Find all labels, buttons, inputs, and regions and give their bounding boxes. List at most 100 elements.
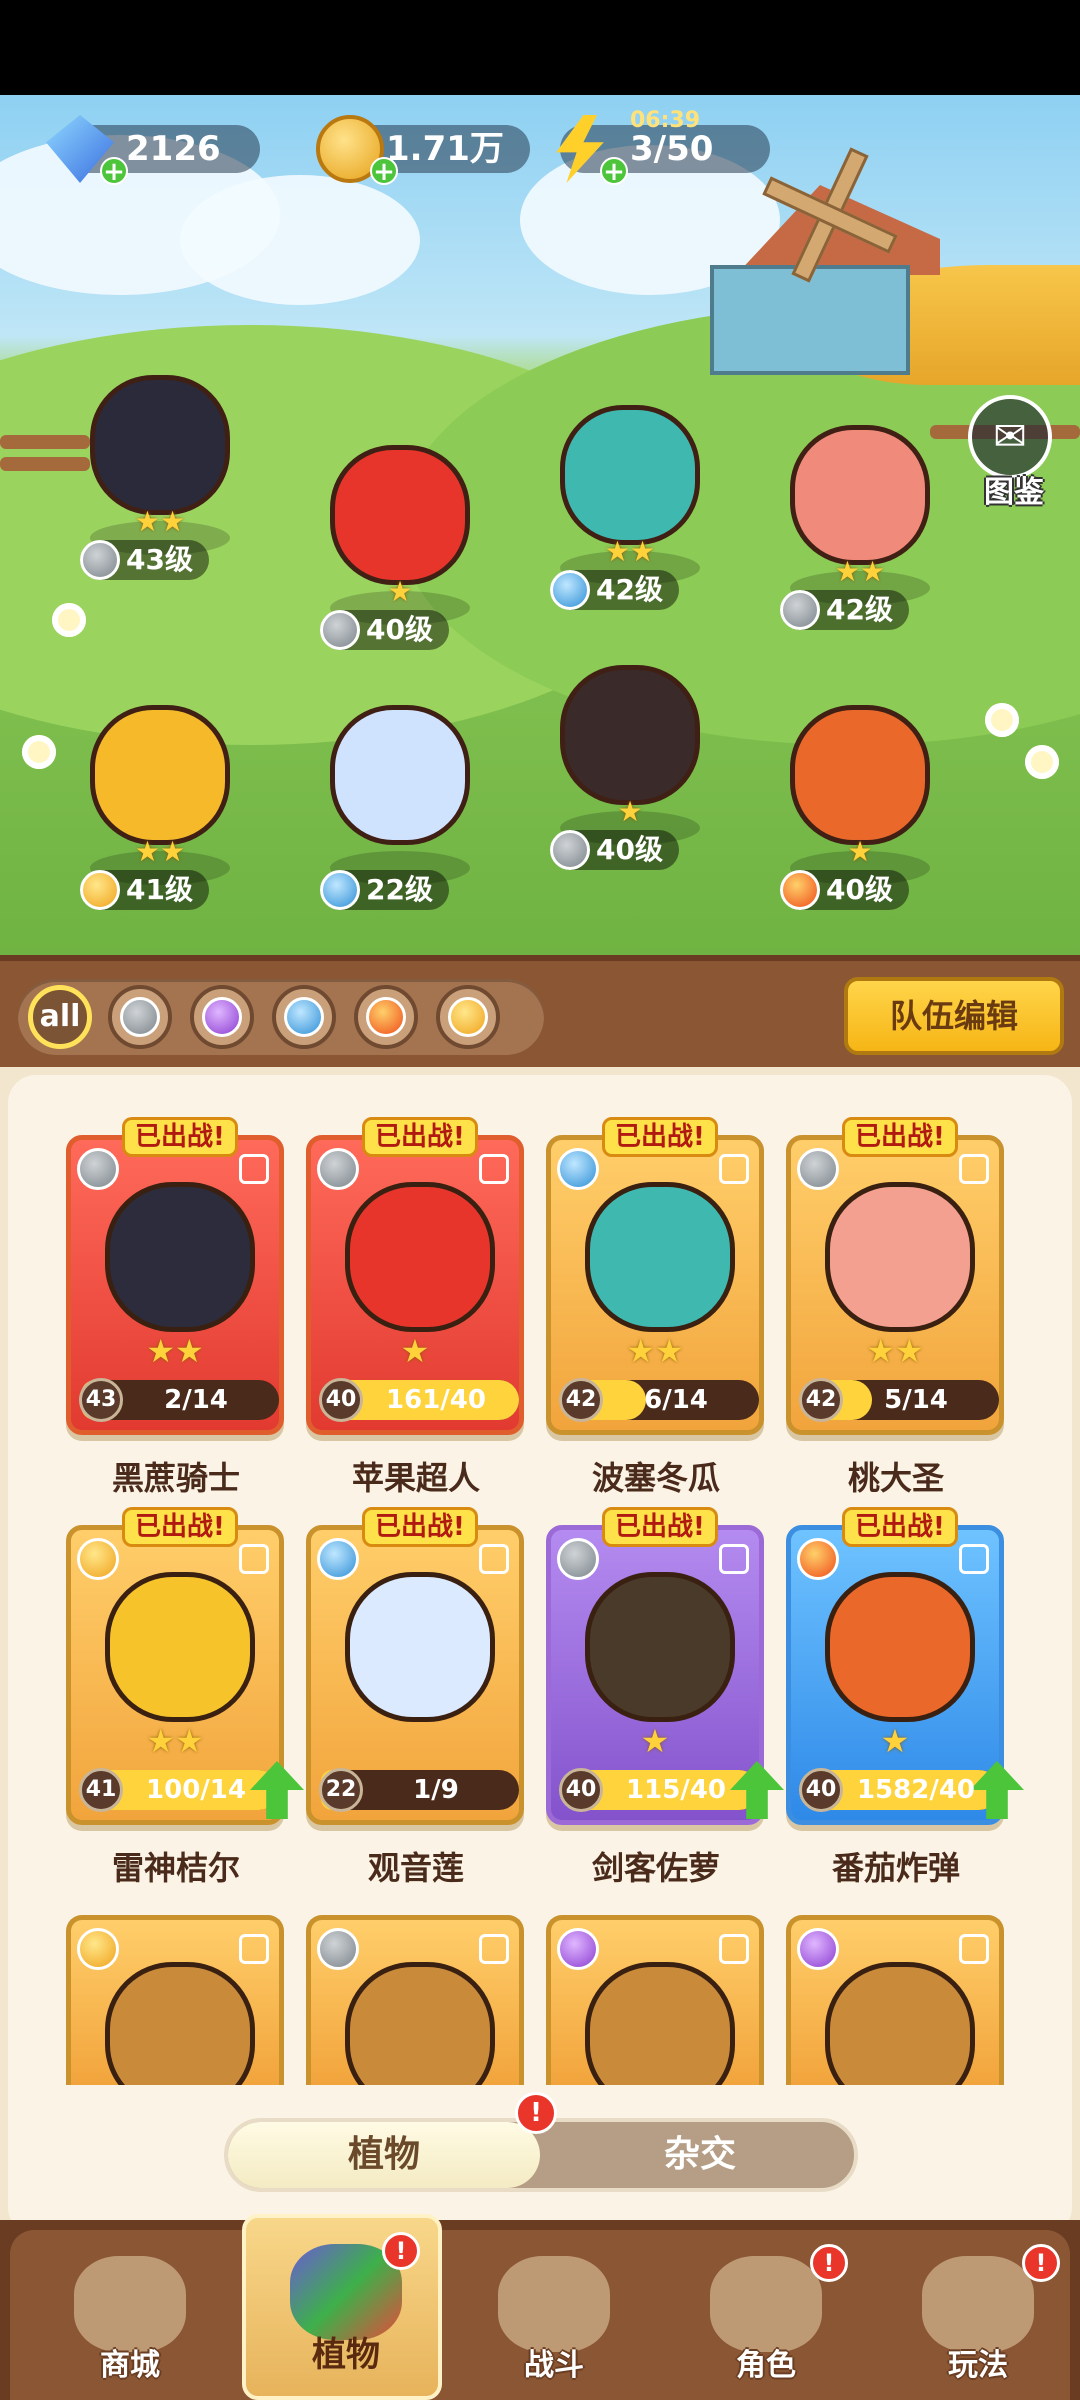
plant-avatar (560, 405, 700, 545)
filter-all[interactable]: all (28, 985, 92, 1049)
plant-name: 雷神桔尔 (111, 1849, 240, 1887)
nav-item[interactable]: 玩法! (878, 2230, 1078, 2400)
slot-icon (479, 1154, 509, 1184)
plant-card[interactable] (306, 1915, 524, 2085)
plant-portrait (105, 1962, 255, 2085)
tab-hybrid[interactable]: 杂交 (544, 2122, 856, 2188)
field-plant-unit[interactable]: 22级 (300, 695, 500, 925)
slot-icon (719, 1544, 749, 1574)
level-badge: 43级 (80, 540, 209, 580)
shard-progress: 40 1582/40 (799, 1768, 999, 1812)
field-plant-unit[interactable]: ★★ 41级 (60, 695, 260, 925)
level-badge: 41级 (80, 870, 209, 910)
tab-plants[interactable]: 植物 (228, 2122, 540, 2188)
slot-icon (719, 1154, 749, 1184)
water-element-icon (550, 570, 590, 610)
metal-element-icon (80, 540, 120, 580)
nav-item[interactable]: 植物! (242, 2214, 442, 2400)
plant-card[interactable]: ★ 40 161/40 (306, 1135, 524, 1435)
nav-item[interactable]: 商城 (30, 2230, 230, 2400)
plant-card[interactable]: ★★ 41 100/14 (66, 1525, 284, 1825)
level-badge: 42 (559, 1378, 603, 1422)
field-plant-unit[interactable]: ★ 40级 (760, 695, 960, 925)
plant-avatar (330, 705, 470, 845)
dex-button[interactable]: ✉ 图鉴 (968, 395, 1060, 510)
star-rating: ★ (847, 835, 873, 868)
plant-card[interactable] (786, 1915, 1004, 2085)
plant-portrait (345, 1182, 495, 1332)
gem-counter[interactable]: + 2126 (46, 115, 260, 185)
nav-item[interactable]: 战斗 (454, 2230, 654, 2400)
field-plant-unit[interactable]: ★ 40级 (530, 655, 730, 885)
filter-water[interactable] (272, 985, 336, 1049)
plant-portrait (585, 1572, 735, 1722)
cloud (180, 175, 420, 305)
metal-element-icon (317, 1928, 359, 1970)
plant-avatar (90, 705, 230, 845)
star-rating: ★★ (146, 1722, 204, 1760)
shard-progress: 22 1/9 (319, 1768, 519, 1812)
plant-name: 桃大圣 (847, 1459, 944, 1497)
energy-counter[interactable]: 06:39 + 3/50 (556, 108, 770, 185)
nav-label: 角色 (736, 2348, 796, 2383)
slot-icon (239, 1154, 269, 1184)
slot-icon (479, 1934, 509, 1964)
plant-portrait (105, 1572, 255, 1722)
deployed-badge: 已出战! (602, 1507, 718, 1547)
star-rating: ★ (617, 795, 643, 828)
plant-avatar (790, 705, 930, 845)
star-rating: ★ (640, 1722, 670, 1760)
shard-progress: 42 6/14 (559, 1378, 759, 1422)
add-energy-icon[interactable]: + (600, 157, 628, 185)
plant-name: 苹果超人 (351, 1459, 480, 1497)
level-text: 42级 (596, 573, 663, 606)
windmill-house (690, 147, 950, 385)
deployed-badge: 已出战! (602, 1117, 718, 1157)
plant-card[interactable]: ★ 40 115/40 (546, 1525, 764, 1825)
plant-card[interactable]: 22 1/9 (306, 1525, 524, 1825)
plant-card[interactable] (546, 1915, 764, 2085)
plant-card[interactable]: ★ 40 1582/40 (786, 1525, 1004, 1825)
flower (1025, 745, 1059, 779)
deployed-badge: 已出战! (842, 1507, 958, 1547)
filter-poison[interactable] (190, 985, 254, 1049)
metal-element-icon (317, 1148, 359, 1190)
filter-bar: all 队伍编辑 (0, 955, 1080, 1067)
potion-icon (202, 997, 242, 1037)
plant-card[interactable]: ★★ 42 5/14 (786, 1135, 1004, 1435)
nav-icon (710, 2256, 822, 2352)
gold-counter[interactable]: + 1.71万 (316, 115, 530, 185)
field-plant-unit[interactable]: ★★ 42级 (760, 415, 960, 645)
filter-metal[interactable] (108, 985, 172, 1049)
star-rating: ★★ (604, 535, 656, 568)
metal-element-icon (550, 830, 590, 870)
field-plant-unit[interactable]: ★★ 42级 (530, 395, 730, 625)
nav-label: 玩法 (948, 2348, 1008, 2383)
filter-thunder[interactable] (436, 985, 500, 1049)
slot-icon (719, 1934, 749, 1964)
star-rating: ★ (400, 1332, 430, 1370)
plant-card[interactable] (66, 1915, 284, 2085)
nav-item[interactable]: 角色! (666, 2230, 866, 2400)
star-rating: ★★ (134, 505, 186, 538)
card-grid: ★★ 43 2/14 已出战! 黑蔗骑士 ★ 40 161/40 已出战! 苹果超人 ★★ 42 6/1… (8, 1075, 1072, 2220)
water-element-icon (320, 870, 360, 910)
level-badge: 41 (79, 1768, 123, 1812)
thunder-element-icon (80, 870, 120, 910)
field-plant-unit[interactable]: ★ 40级 (300, 435, 500, 665)
add-gold-icon[interactable]: + (370, 157, 398, 185)
add-gems-icon[interactable]: + (100, 157, 128, 185)
fire-element-icon (780, 870, 820, 910)
level-badge: 42级 (780, 590, 909, 630)
filter-fire[interactable] (354, 985, 418, 1049)
slot-icon (959, 1934, 989, 1964)
level-badge: 40级 (780, 870, 909, 910)
plant-card[interactable]: ★★ 43 2/14 (66, 1135, 284, 1435)
bottom-nav: 商城 植物! 战斗 角色! 玩法! (0, 2214, 1080, 2400)
level-text: 43级 (126, 543, 193, 576)
team-edit-button[interactable]: 队伍编辑 (844, 977, 1064, 1055)
field-plant-unit[interactable]: ★★ 43级 (60, 365, 260, 595)
plant-card[interactable]: ★★ 42 6/14 (546, 1135, 764, 1435)
metal-element-icon (77, 1148, 119, 1190)
deployed-badge: 已出战! (362, 1507, 478, 1547)
